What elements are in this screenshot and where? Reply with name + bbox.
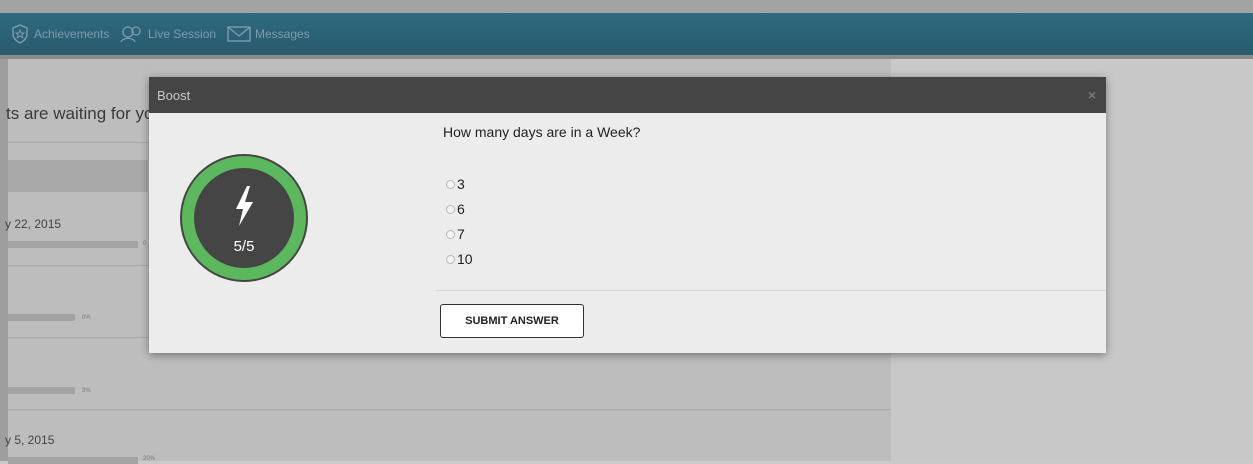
radio-button[interactable] — [446, 179, 455, 189]
background-percent: 0 — [143, 241, 147, 247]
radio-button[interactable] — [446, 229, 455, 239]
modal-title: Boost — [157, 88, 191, 103]
divider — [8, 409, 891, 410]
modal-header: Boost × — [149, 77, 1106, 113]
background-band — [8, 160, 148, 192]
nav-achievements[interactable]: Achievements — [9, 13, 109, 55]
navbar: Achievements Live Session Messages — [0, 13, 1253, 55]
background-percent: 20% — [143, 456, 156, 462]
answer-option-label: 10 — [457, 251, 473, 267]
question-text: How many days are in a Week? — [443, 124, 641, 140]
answer-option-label: 3 — [457, 176, 465, 192]
background-percent: 0% — [82, 315, 91, 321]
answer-option-label: 7 — [457, 226, 465, 242]
answer-option[interactable]: 6 — [446, 201, 465, 217]
nav-messages[interactable]: Messages — [226, 13, 310, 55]
nav-live-session-label: Live Session — [148, 27, 217, 41]
live-session-icon — [120, 26, 141, 43]
footer-divider — [436, 290, 1106, 291]
background-progress-bar — [8, 387, 75, 394]
answer-option[interactable]: 10 — [446, 251, 473, 267]
boost-modal: Boost × 5/5 How many days are in a Week?… — [149, 77, 1106, 353]
background-percent: 3% — [82, 388, 91, 394]
background-date: y 5, 2015 — [5, 433, 55, 447]
boost-count: 5/5 — [234, 238, 255, 255]
radio-button[interactable] — [446, 254, 455, 264]
nav-live-session[interactable]: Live Session — [119, 13, 216, 55]
background-date: y 22, 2015 — [5, 217, 62, 231]
nav-messages-label: Messages — [255, 27, 310, 41]
background-progress-bar — [8, 314, 75, 321]
boost-progress-ring: 5/5 — [180, 154, 308, 282]
top-strip — [0, 0, 1253, 13]
radio-button[interactable] — [446, 204, 455, 214]
answer-option-label: 6 — [457, 201, 465, 217]
nav-achievements-label: Achievements — [34, 27, 110, 41]
answer-option[interactable]: 3 — [446, 176, 465, 192]
submit-answer-button[interactable]: SUBMIT ANSWER — [440, 304, 584, 338]
answer-option[interactable]: 7 — [446, 226, 465, 242]
envelope-icon — [227, 26, 251, 42]
close-icon[interactable]: × — [1088, 87, 1096, 103]
background-progress-bar — [8, 241, 138, 248]
background-heading: ts are waiting for yo — [6, 104, 154, 123]
badge-star-icon — [12, 24, 28, 44]
